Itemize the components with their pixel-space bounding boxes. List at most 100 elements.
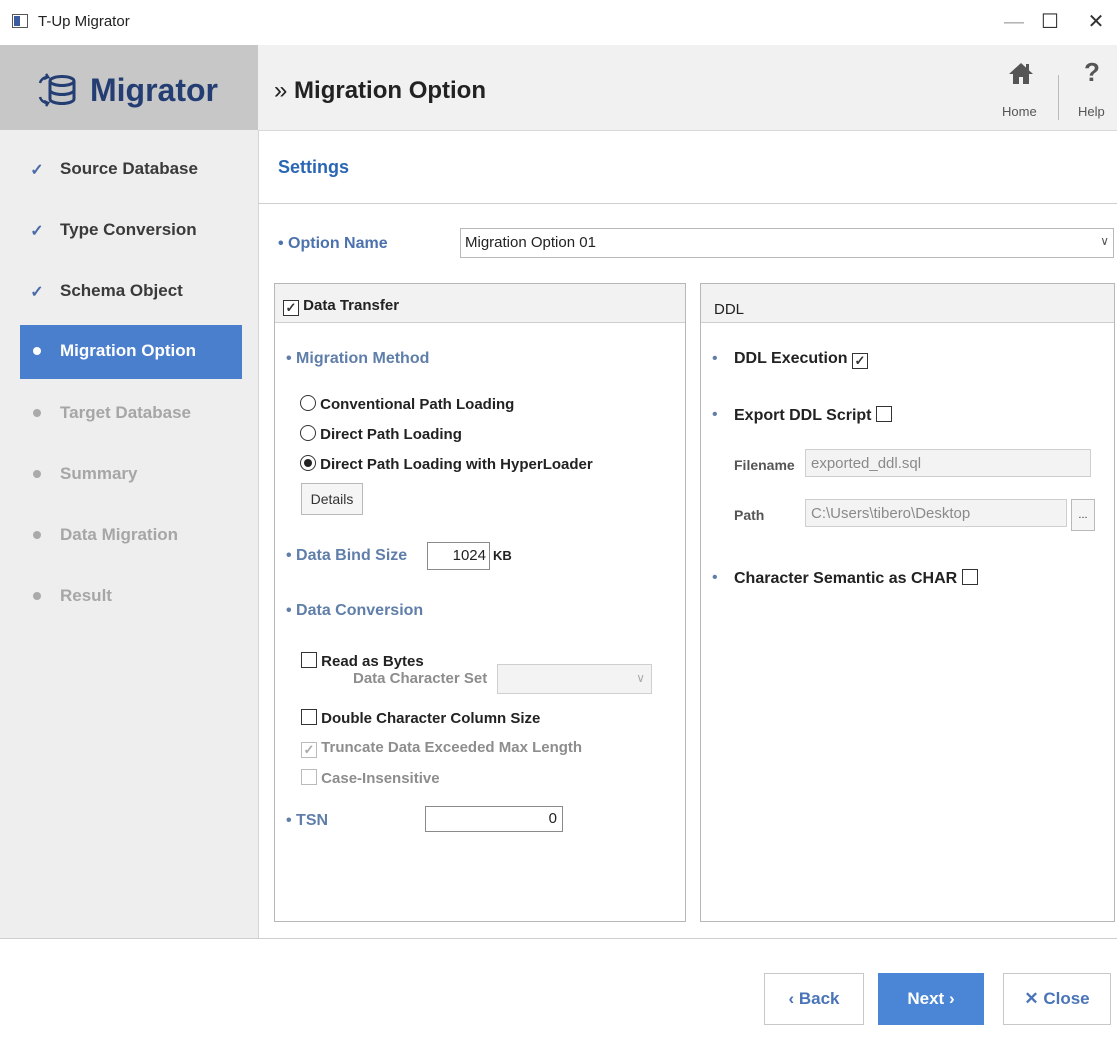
- truncate-data-checkbox: ✓ Truncate Data Exceeded Max Length: [301, 739, 582, 758]
- character-semantic-checkbox[interactable]: Character Semantic as CHAR: [734, 569, 978, 588]
- app-icon: [12, 14, 28, 28]
- back-button[interactable]: ‹ Back: [764, 973, 864, 1025]
- sidebar-item-migration-option[interactable]: Migration Option: [20, 325, 242, 379]
- checkmark-icon: ✓: [30, 223, 44, 240]
- dot-icon: [30, 465, 44, 483]
- title-prefix: »: [274, 77, 288, 104]
- checkbox-icon[interactable]: [961, 569, 978, 585]
- bind-size-unit: KB: [493, 548, 512, 563]
- radio-direct-path-hyperloader[interactable]: Direct Path Loading with HyperLoader: [300, 455, 593, 473]
- radio-label: Conventional Path Loading: [320, 396, 515, 413]
- settings-divider: [258, 203, 1117, 204]
- checkbox-checked-icon[interactable]: ✓: [283, 300, 299, 316]
- sidebar-item-source-database[interactable]: ✓ Source Database: [20, 143, 242, 197]
- sidebar-item-result: Result: [20, 570, 242, 624]
- checkmark-icon: ✓: [30, 162, 44, 179]
- dot-icon: [30, 526, 44, 544]
- window-title: T-Up Migrator: [38, 13, 130, 30]
- close-label: ✕ Close: [1024, 989, 1090, 1008]
- help-icon: ?: [1084, 57, 1100, 87]
- logo-text: Migrator: [90, 72, 218, 108]
- data-conversion-label: • Data Conversion: [286, 602, 424, 619]
- export-ddl-checkbox[interactable]: Export DDL Script: [734, 406, 892, 425]
- migration-method-label: • Migration Method: [286, 350, 430, 367]
- home-label: Home: [1002, 104, 1037, 119]
- home-icon: [1009, 63, 1033, 84]
- checkbox-icon[interactable]: [301, 709, 317, 725]
- browse-button[interactable]: ...: [1071, 499, 1095, 531]
- checkbox-label: Character Semantic as CHAR: [734, 570, 958, 587]
- checkbox-label: Truncate Data Exceeded Max Length: [321, 739, 583, 756]
- checkbox-label: Export DDL Script: [734, 407, 872, 424]
- checkbox-label: Double Character Column Size: [321, 710, 541, 727]
- sidebar-item-data-migration: Data Migration: [20, 509, 242, 563]
- page-title: » Migration Option: [274, 77, 486, 105]
- option-name-combobox[interactable]: ∨: [460, 228, 1114, 258]
- checkbox-label: Read as Bytes: [321, 653, 424, 670]
- sidebar-item-label: Source Database: [60, 159, 198, 178]
- sidebar-item-summary: Summary: [20, 448, 242, 502]
- sidebar-item-label: Data Migration: [60, 525, 179, 544]
- ddl-panel: [700, 283, 1115, 922]
- data-transfer-toggle[interactable]: ✓ Data Transfer: [283, 297, 399, 316]
- close-button[interactable]: ✕ Close: [1003, 973, 1111, 1025]
- next-label: Next ›: [907, 989, 955, 1008]
- header-divider: [1058, 75, 1059, 120]
- filename-label: Filename: [734, 457, 795, 473]
- bullet: •: [712, 569, 718, 586]
- sidebar-item-type-conversion[interactable]: ✓ Type Conversion: [20, 204, 242, 258]
- ddl-execution-checkbox[interactable]: DDL Execution ✓: [734, 350, 868, 369]
- path-input: C:\Users\tibero\Desktop: [805, 499, 1067, 527]
- ddl-title: DDL: [714, 301, 745, 318]
- next-button[interactable]: Next ›: [878, 973, 984, 1025]
- option-name-label: • Option Name: [278, 235, 388, 252]
- radio-conventional-path[interactable]: Conventional Path Loading: [300, 395, 514, 413]
- details-button[interactable]: Details: [301, 483, 363, 515]
- maximize-button[interactable]: ☐: [1030, 9, 1070, 35]
- bullet: •: [712, 350, 718, 367]
- radio-icon[interactable]: [300, 425, 316, 441]
- sidebar-item-schema-object[interactable]: ✓ Schema Object: [20, 265, 242, 319]
- sidebar-item-label: Target Database: [60, 403, 192, 422]
- checkbox-label: Case-Insensitive: [321, 770, 440, 787]
- checkbox-icon[interactable]: [301, 652, 317, 668]
- case-insensitive-checkbox: Case-Insensitive: [301, 769, 440, 787]
- title-bar: [0, 0, 1117, 46]
- dot-icon: [30, 404, 44, 422]
- chevron-down-icon: ∨: [636, 671, 645, 685]
- tsn-input[interactable]: 0: [425, 806, 563, 832]
- sidebar-item-label: Schema Object: [60, 281, 183, 300]
- radio-label: Direct Path Loading with HyperLoader: [320, 456, 593, 473]
- checkbox-label: DDL Execution: [734, 350, 848, 367]
- sidebar-item-label: Migration Option: [60, 341, 196, 360]
- checkbox-icon: [301, 769, 317, 785]
- sidebar-item-label: Type Conversion: [60, 220, 197, 239]
- tsn-label: • TSN: [286, 812, 329, 829]
- double-character-checkbox[interactable]: Double Character Column Size: [301, 709, 540, 727]
- bullet: •: [712, 406, 718, 423]
- checkbox-icon[interactable]: [875, 406, 892, 422]
- window-close-button[interactable]: ✕: [1076, 9, 1116, 35]
- minimize-button[interactable]: —: [994, 9, 1034, 35]
- chevron-down-icon[interactable]: ∨: [1100, 234, 1109, 248]
- dot-icon: [30, 587, 44, 605]
- radio-label: Direct Path Loading: [320, 426, 462, 443]
- radio-direct-path[interactable]: Direct Path Loading: [300, 425, 462, 443]
- option-name-input[interactable]: [465, 231, 1085, 253]
- checkbox-checked-icon[interactable]: ✓: [851, 353, 868, 369]
- radio-icon[interactable]: [300, 395, 316, 411]
- data-bind-size-label: • Data Bind Size: [286, 547, 408, 564]
- sidebar-item-label: Result: [60, 586, 112, 605]
- path-label: Path: [734, 507, 765, 523]
- sidebar-item-label: Summary: [60, 464, 138, 483]
- radio-selected-icon[interactable]: [300, 455, 316, 471]
- settings-title: Settings: [278, 157, 350, 177]
- back-label: ‹ Back: [788, 989, 840, 1008]
- data-bind-size-input[interactable]: 1024: [427, 542, 490, 570]
- ddl-header: [701, 284, 1114, 323]
- data-character-set-select: ∨: [497, 664, 652, 694]
- checkbox-checked-icon: ✓: [301, 742, 317, 758]
- sidebar-item-target-database: Target Database: [20, 387, 242, 441]
- data-character-set-label: Data Character Set: [353, 670, 488, 687]
- read-as-bytes-checkbox[interactable]: Read as Bytes: [301, 652, 424, 670]
